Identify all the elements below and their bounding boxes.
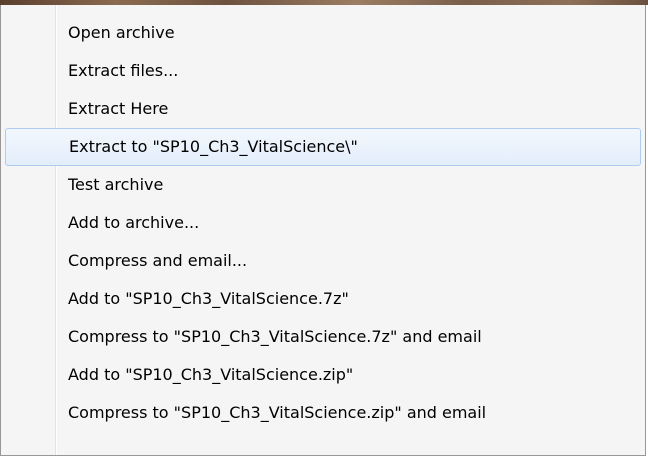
menu-item-extract-to-folder[interactable]: Extract to "SP10_Ch3_VitalScience\"	[5, 128, 641, 166]
menu-item-compress-and-email[interactable]: Compress and email...	[1, 242, 645, 280]
menu-item-test-archive[interactable]: Test archive	[1, 166, 645, 204]
menu-item-compress-zip-email[interactable]: Compress to "SP10_Ch3_VitalScience.zip" …	[1, 394, 645, 432]
menu-item-extract-files[interactable]: Extract files...	[1, 52, 645, 90]
menu-item-add-to-archive[interactable]: Add to archive...	[1, 204, 645, 242]
menu-item-add-to-7z[interactable]: Add to "SP10_Ch3_VitalScience.7z"	[1, 280, 645, 318]
menu-item-extract-here[interactable]: Extract Here	[1, 90, 645, 128]
menu-item-open-archive[interactable]: Open archive	[1, 14, 645, 52]
menu-item-compress-7z-email[interactable]: Compress to "SP10_Ch3_VitalScience.7z" a…	[1, 318, 645, 356]
menu-item-add-to-zip[interactable]: Add to "SP10_Ch3_VitalScience.zip"	[1, 356, 645, 394]
context-menu: Open archive Extract files... Extract He…	[0, 5, 646, 456]
menu-items: Open archive Extract files... Extract He…	[1, 14, 645, 432]
